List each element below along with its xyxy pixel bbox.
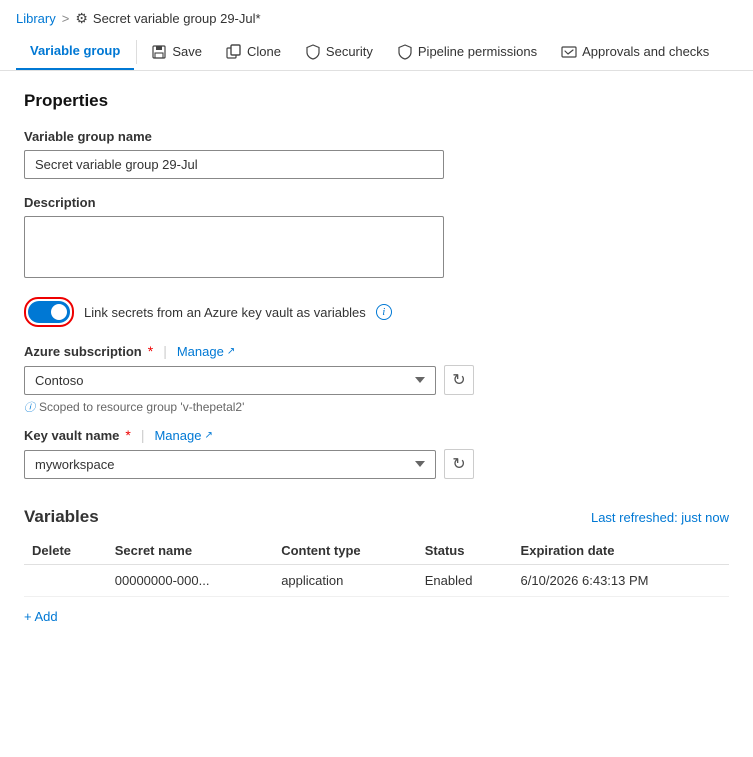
hint-info-icon: ⓘ [24, 399, 35, 415]
keyvault-dropdown-row: myworkspace ↻ [24, 449, 474, 479]
keyvault-external-icon: ↗ [204, 430, 212, 441]
col-expiration: Expiration date [513, 537, 729, 565]
breadcrumb-library-link[interactable]: Library [16, 11, 56, 26]
breadcrumb: Library > ⚙ Secret variable group 29-Jul… [0, 0, 753, 33]
save-button[interactable]: Save [139, 36, 214, 68]
col-status: Status [417, 537, 513, 565]
name-input[interactable] [24, 150, 444, 179]
variable-group-icon: ⚙ [75, 10, 88, 27]
toolbar: Variable group Save Clone Security Pipel… [0, 33, 753, 71]
subscription-dropdown-row: Contoso ↻ [24, 365, 474, 395]
subscription-dropdown[interactable]: Contoso [24, 366, 436, 395]
subscription-label: Azure subscription [24, 344, 142, 359]
pipe-divider: | [163, 343, 167, 359]
name-label: Variable group name [24, 129, 729, 144]
clone-button[interactable]: Clone [214, 36, 293, 68]
subscription-refresh-button[interactable]: ↻ [444, 365, 474, 395]
toggle-label: Link secrets from an Azure key vault as … [84, 305, 366, 320]
last-refreshed: Last refreshed: just now [591, 510, 729, 525]
row-content-type: application [273, 565, 417, 597]
table-header-row: Delete Secret name Content type Status E… [24, 537, 729, 565]
description-field-group: Description [24, 195, 729, 281]
toggle-knob [51, 304, 67, 320]
pipe-divider-2: | [141, 427, 145, 443]
approvals-icon [561, 44, 577, 60]
keyvault-section: Key vault name * | Manage ↗ myworkspace … [24, 427, 729, 479]
variables-header: Variables Last refreshed: just now [24, 507, 729, 527]
row-status: Enabled [417, 565, 513, 597]
breadcrumb-current-title: Secret variable group 29-Jul* [93, 11, 261, 26]
variables-title: Variables [24, 507, 99, 527]
properties-title: Properties [24, 91, 729, 111]
add-button[interactable]: + Add [24, 601, 58, 632]
keyvault-required: * [125, 427, 130, 443]
toggle-wrapper [24, 297, 74, 327]
toolbar-divider-1 [136, 40, 137, 64]
clone-icon [226, 44, 242, 60]
subscription-required: * [148, 343, 153, 359]
keyvault-label-row: Key vault name * | Manage ↗ [24, 427, 729, 443]
security-icon [305, 44, 321, 60]
toggle-row: Link secrets from an Azure key vault as … [24, 297, 729, 327]
row-expiration: 6/10/2026 6:43:13 PM [513, 565, 729, 597]
keyvault-refresh-button[interactable]: ↻ [444, 449, 474, 479]
row-secret-name: 00000000-000... [107, 565, 273, 597]
row-delete [24, 565, 107, 597]
col-delete: Delete [24, 537, 107, 565]
tab-variable-group[interactable]: Variable group [16, 33, 134, 70]
name-field-group: Variable group name [24, 129, 729, 179]
col-secret-name: Secret name [107, 537, 273, 565]
security-button[interactable]: Security [293, 36, 385, 68]
toggle-info-icon[interactable]: i [376, 304, 392, 320]
save-icon [151, 44, 167, 60]
subscription-manage-link[interactable]: Manage ↗ [177, 344, 235, 359]
azure-subscription-section: Azure subscription * | Manage ↗ Contoso … [24, 343, 729, 415]
external-link-icon: ↗ [227, 346, 235, 357]
approvals-button[interactable]: Approvals and checks [549, 36, 721, 68]
description-input[interactable] [24, 216, 444, 278]
keyvault-label: Key vault name [24, 428, 119, 443]
variables-section: Variables Last refreshed: just now Delet… [24, 507, 729, 632]
pipeline-permissions-icon [397, 44, 413, 60]
table-row: 00000000-000... application Enabled 6/10… [24, 565, 729, 597]
keyvault-dropdown[interactable]: myworkspace [24, 450, 436, 479]
keyvault-manage-link[interactable]: Manage ↗ [154, 428, 212, 443]
scoped-hint: ⓘ Scoped to resource group 'v-thepetal2' [24, 399, 729, 415]
subscription-label-row: Azure subscription * | Manage ↗ [24, 343, 729, 359]
main-content: Properties Variable group name Descripti… [0, 71, 753, 652]
breadcrumb-separator: > [62, 11, 70, 26]
variables-table: Delete Secret name Content type Status E… [24, 537, 729, 597]
pipeline-permissions-button[interactable]: Pipeline permissions [385, 36, 549, 68]
col-content-type: Content type [273, 537, 417, 565]
description-label: Description [24, 195, 729, 210]
keyvault-toggle[interactable] [28, 301, 70, 323]
